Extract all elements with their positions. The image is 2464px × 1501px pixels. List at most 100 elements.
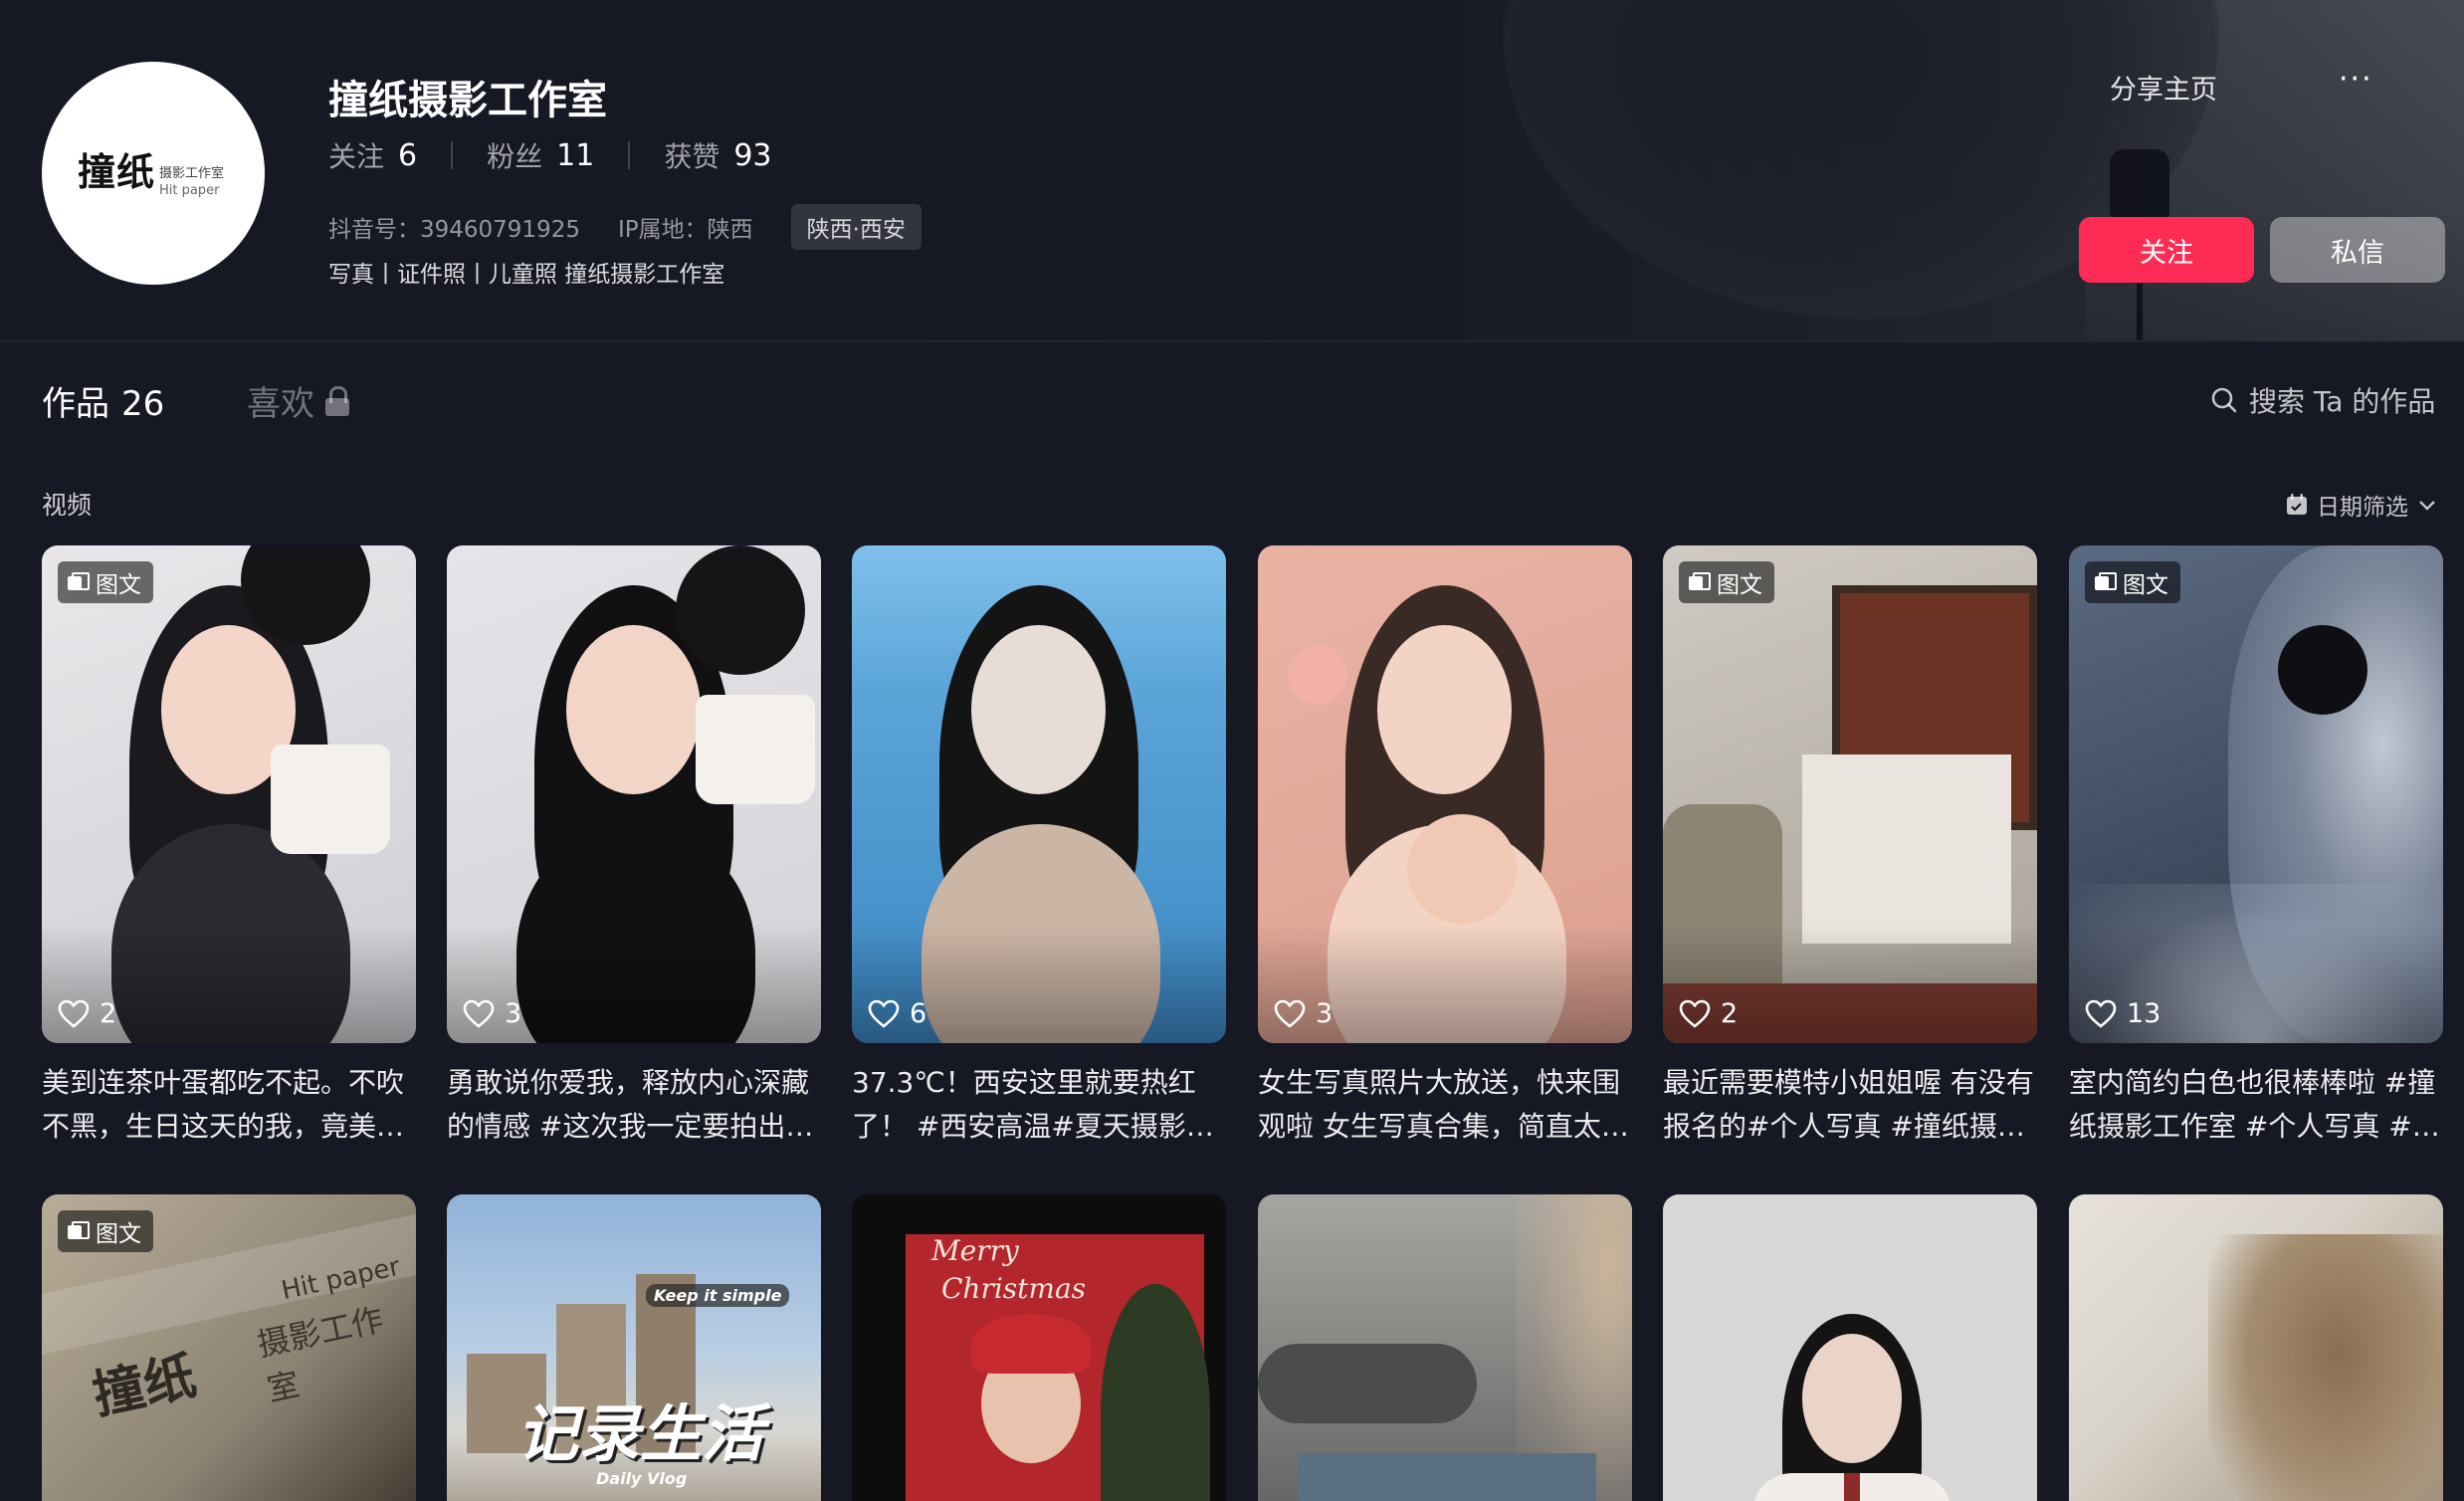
heart-icon xyxy=(1679,999,1711,1027)
video-likes: 6 xyxy=(868,998,926,1029)
video-card[interactable]: 6 37.3℃！西安这里就要热红了！ #西安高温#夏天摄影#… xyxy=(852,545,1226,1149)
video-likes-count: 2 xyxy=(100,998,117,1029)
video-thumbnail[interactable] xyxy=(1258,1194,1632,1501)
video-thumbnail[interactable]: Keep it simple 记录生活 Daily Vlog xyxy=(447,1194,821,1501)
profile-meta: 抖音号：39460791925 IP属地：陕西 陕西·西安 xyxy=(328,204,922,250)
video-card[interactable] xyxy=(1663,1194,2037,1501)
image-post-badge: 图文 xyxy=(58,561,153,603)
heart-icon xyxy=(58,999,90,1027)
more-options-button[interactable]: ··· xyxy=(2339,62,2373,97)
avatar-logo-subtitle: 摄影工作室 xyxy=(159,166,225,181)
image-post-badge: 图文 xyxy=(1679,561,1774,603)
lock-icon xyxy=(324,385,350,416)
tab-works-label: 作品 xyxy=(42,384,109,424)
video-caption[interactable]: 室内简约白色也很棒棒啦 #撞纸摄影工作室 #个人写真 #… xyxy=(2069,1061,2443,1149)
video-thumbnail[interactable]: 撞纸 摄影工作室 Hit paper 图文 xyxy=(42,1194,416,1501)
search-works[interactable]: 搜索 Ta 的作品 xyxy=(2209,380,2435,420)
gallery-icon xyxy=(1689,572,1711,592)
video-likes: 13 xyxy=(2085,998,2160,1029)
likes-received-count: 93 xyxy=(733,137,772,173)
heart-icon xyxy=(2085,999,2117,1027)
image-post-badge-label: 图文 xyxy=(1717,572,1762,598)
profile-stats: 关注 6 粉丝 11 获赞 93 xyxy=(328,135,772,175)
profile-page: 撞纸 摄影工作室 Hit paper 撞纸摄影工作室 关注 6 粉丝 11 获赞… xyxy=(0,0,2464,1501)
tab-works-count: 26 xyxy=(121,384,165,424)
date-filter-dropdown[interactable]: 日期筛选 xyxy=(2285,488,2438,522)
video-card[interactable]: Keep it simple 记录生活 Daily Vlog xyxy=(447,1194,821,1501)
video-thumbnail[interactable]: 图文 2 xyxy=(42,545,416,1043)
video-thumbnail[interactable] xyxy=(1663,1194,2037,1501)
thumb-overlay-text: Keep it simple xyxy=(646,1284,790,1307)
video-card[interactable]: 3 勇敢说你爱我，释放内心深藏的情感 #这次我一定要拍出… xyxy=(447,545,821,1149)
stat-divider xyxy=(628,141,631,169)
calendar-icon xyxy=(2287,494,2307,515)
video-card[interactable]: 3 女生写真照片大放送，快来围观啦 女生写真合集，简直太… xyxy=(1258,545,1632,1149)
gallery-icon xyxy=(2095,572,2117,592)
followers-count[interactable]: 11 xyxy=(556,138,594,173)
heart-icon xyxy=(1274,999,1306,1027)
video-likes-count: 3 xyxy=(1316,998,1334,1029)
header-divider xyxy=(0,340,2464,342)
video-likes: 2 xyxy=(58,998,116,1029)
tab-likes[interactable]: 喜欢 xyxy=(247,376,350,425)
video-likes-count: 6 xyxy=(910,998,927,1029)
video-thumbnail[interactable]: 图文 13 xyxy=(2069,545,2443,1043)
video-thumbnail[interactable]: 3 xyxy=(447,545,821,1043)
thumb-overlay-text: Merry xyxy=(931,1234,1019,1267)
heart-icon xyxy=(463,999,495,1027)
video-thumbnail[interactable]: Merry Christmas xyxy=(852,1194,1226,1501)
profile-header: 撞纸 摄影工作室 Hit paper 撞纸摄影工作室 关注 6 粉丝 11 获赞… xyxy=(0,0,2464,340)
message-button[interactable]: 私信 xyxy=(2270,217,2445,283)
gallery-icon xyxy=(68,572,90,592)
following-label[interactable]: 关注 xyxy=(328,135,384,175)
video-caption[interactable]: 女生写真照片大放送，快来围观啦 女生写真合集，简直太… xyxy=(1258,1061,1632,1149)
video-thumbnail[interactable] xyxy=(2069,1194,2443,1501)
image-post-badge-label: 图文 xyxy=(96,572,141,598)
following-count[interactable]: 6 xyxy=(398,138,417,173)
video-card[interactable]: 撞纸 摄影工作室 Hit paper 图文 xyxy=(42,1194,416,1501)
date-filter-label: 日期筛选 xyxy=(2317,495,2408,521)
video-likes-count: 13 xyxy=(2127,998,2161,1029)
video-caption[interactable]: 最近需要模特小姐姐喔 有没有报名的#个人写真 #撞纸摄… xyxy=(1663,1061,2037,1149)
followers-label[interactable]: 粉丝 xyxy=(487,135,542,175)
video-card[interactable] xyxy=(2069,1194,2443,1501)
video-thumbnail[interactable]: 图文 2 xyxy=(1663,545,2037,1043)
douyin-id: 抖音号：39460791925 xyxy=(328,217,580,243)
video-likes-count: 2 xyxy=(1721,998,1739,1029)
video-thumbnail[interactable]: 6 xyxy=(852,545,1226,1043)
video-likes: 2 xyxy=(1679,998,1738,1029)
heart-icon xyxy=(868,999,900,1027)
profile-name: 撞纸摄影工作室 xyxy=(328,78,607,123)
video-card[interactable]: Merry Christmas xyxy=(852,1194,1226,1501)
follow-button[interactable]: 关注 xyxy=(2079,217,2254,283)
video-card[interactable]: 图文 2 美到连茶叶蛋都吃不起。不吹不黑，生日这天的我，竟美… xyxy=(42,545,416,1149)
video-caption[interactable]: 勇敢说你爱我，释放内心深藏的情感 #这次我一定要拍出… xyxy=(447,1061,821,1149)
image-post-badge: 图文 xyxy=(58,1210,153,1252)
chevron-down-icon xyxy=(2419,501,2435,511)
video-card[interactable]: 图文 13 室内简约白色也很棒棒啦 #撞纸摄影工作室 #个人写真 #… xyxy=(2069,545,2443,1149)
image-post-badge: 图文 xyxy=(2085,561,2180,603)
search-icon xyxy=(2211,387,2237,413)
share-profile-button[interactable]: 分享主页 xyxy=(2110,68,2217,107)
thumb-overlay-text: 记录生活 xyxy=(516,1397,764,1470)
image-post-badge-label: 图文 xyxy=(96,1221,141,1247)
video-caption[interactable]: 37.3℃！西安这里就要热红了！ #西安高温#夏天摄影#… xyxy=(852,1061,1226,1149)
image-post-badge-label: 图文 xyxy=(2123,572,2168,598)
ip-location: IP属地：陕西 xyxy=(617,217,753,243)
section-label-videos: 视频 xyxy=(42,491,93,520)
gallery-icon xyxy=(68,1221,90,1241)
avatar-logo-english: Hit paper xyxy=(159,183,220,198)
thumb-overlay-text: Daily Vlog xyxy=(596,1469,688,1488)
tab-works[interactable]: 作品 26 xyxy=(42,376,164,425)
likes-received-label: 获赞 xyxy=(664,140,720,173)
stat-divider xyxy=(451,141,454,169)
video-card[interactable]: 图文 2 最近需要模特小姐姐喔 有没有报名的#个人写真 #撞纸摄… xyxy=(1663,545,2037,1149)
video-caption[interactable]: 美到连茶叶蛋都吃不起。不吹不黑，生日这天的我，竟美… xyxy=(42,1061,416,1149)
profile-bio: 写真丨证件照丨儿童照 撞纸摄影工作室 xyxy=(328,262,725,288)
video-card[interactable] xyxy=(1258,1194,1632,1501)
avatar[interactable]: 撞纸 摄影工作室 Hit paper xyxy=(42,62,265,285)
video-thumbnail[interactable]: 3 xyxy=(1258,545,1632,1043)
video-likes-count: 3 xyxy=(505,998,522,1029)
location-chip: 陕西·西安 xyxy=(790,204,922,250)
search-placeholder: 搜索 Ta 的作品 xyxy=(2249,385,2436,418)
